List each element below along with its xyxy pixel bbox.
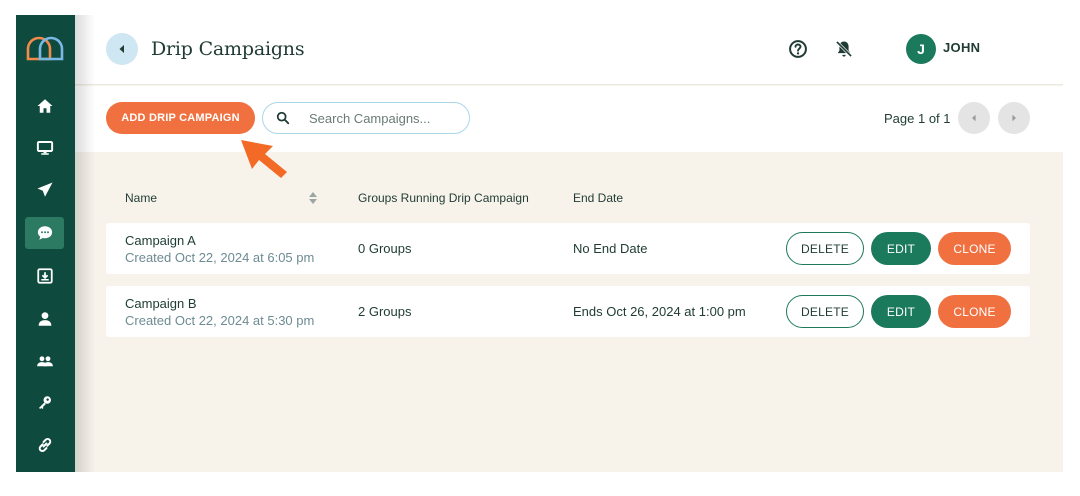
sidebar-item-inbox[interactable] bbox=[25, 260, 64, 292]
campaign-created: Created Oct 22, 2024 at 5:30 pm bbox=[125, 313, 315, 328]
sort-icon[interactable] bbox=[308, 191, 318, 205]
app-logo bbox=[26, 36, 64, 61]
campaign-created: Created Oct 22, 2024 at 6:05 pm bbox=[125, 250, 315, 265]
search-icon bbox=[276, 111, 290, 125]
back-button[interactable] bbox=[106, 33, 138, 65]
monitor-icon bbox=[36, 141, 53, 155]
sidebar-item-send[interactable] bbox=[25, 174, 64, 206]
search-placeholder: Search Campaigns... bbox=[309, 111, 431, 126]
previous-page-button[interactable] bbox=[958, 102, 990, 134]
sidebar-item-monitor[interactable] bbox=[25, 132, 64, 164]
table-row: Campaign A Created Oct 22, 2024 at 6:05 … bbox=[106, 223, 1030, 274]
campaign-name: Campaign A bbox=[125, 233, 196, 248]
home-icon bbox=[37, 99, 52, 113]
caret-left-icon bbox=[972, 114, 976, 122]
table-row: Campaign B Created Oct 22, 2024 at 5:30 … bbox=[106, 286, 1030, 337]
edit-button[interactable]: EDIT bbox=[871, 295, 931, 328]
arrow-pointer-icon bbox=[241, 140, 287, 178]
campaign-groups: 2 Groups bbox=[358, 304, 412, 319]
person-icon bbox=[38, 312, 51, 326]
page-title: Drip Campaigns bbox=[151, 38, 305, 60]
key-icon bbox=[38, 396, 51, 409]
sidebar-item-keys[interactable] bbox=[25, 387, 64, 419]
inbox-download-icon bbox=[36, 268, 53, 284]
column-header-groups: Groups Running Drip Campaign bbox=[358, 191, 529, 205]
edit-button[interactable]: EDIT bbox=[871, 232, 931, 265]
user-avatar[interactable]: J bbox=[906, 34, 936, 64]
app-frame: Drip Campaigns J JOHN ADD DRIP CAMPAIGN … bbox=[16, 15, 1063, 472]
clone-button[interactable]: CLONE bbox=[938, 232, 1011, 265]
next-page-button[interactable] bbox=[998, 102, 1030, 134]
help-icon bbox=[789, 40, 807, 58]
sidebar-item-links[interactable] bbox=[25, 429, 64, 461]
toolbar: ADD DRIP CAMPAIGN Search Campaigns... Pa… bbox=[75, 86, 1063, 152]
link-icon bbox=[38, 438, 51, 452]
header: Drip Campaigns J JOHN bbox=[75, 15, 1063, 85]
caret-right-icon bbox=[1012, 114, 1016, 122]
search-input[interactable]: Search Campaigns... bbox=[262, 102, 470, 134]
send-icon bbox=[37, 182, 52, 197]
campaign-end-date: No End Date bbox=[573, 241, 648, 256]
help-button[interactable] bbox=[787, 38, 809, 60]
add-drip-campaign-button[interactable]: ADD DRIP CAMPAIGN bbox=[106, 102, 255, 134]
column-header-end-date: End Date bbox=[573, 191, 624, 205]
user-name[interactable]: JOHN bbox=[943, 40, 980, 55]
notifications-button[interactable] bbox=[833, 38, 855, 60]
campaign-name: Campaign B bbox=[125, 296, 197, 311]
sidebar-item-contacts[interactable] bbox=[25, 303, 64, 335]
sidebar-item-home[interactable] bbox=[25, 90, 64, 122]
pagination-label: Page 1 of 1 bbox=[884, 111, 951, 126]
caret-left-icon bbox=[119, 45, 124, 53]
chat-bubble-icon bbox=[37, 226, 52, 240]
bell-off-icon bbox=[835, 40, 853, 58]
sidebar-item-drip-campaigns[interactable] bbox=[25, 217, 64, 249]
campaign-groups: 0 Groups bbox=[358, 241, 412, 256]
sidebar-item-groups[interactable] bbox=[25, 345, 64, 377]
column-header-name[interactable]: Name bbox=[125, 191, 157, 205]
clone-button[interactable]: CLONE bbox=[938, 295, 1011, 328]
delete-button[interactable]: DELETE bbox=[786, 232, 864, 265]
campaign-end-date: Ends Oct 26, 2024 at 1:00 pm bbox=[573, 304, 746, 319]
sidebar bbox=[16, 15, 75, 472]
delete-button[interactable]: DELETE bbox=[786, 295, 864, 328]
group-icon bbox=[36, 356, 53, 367]
